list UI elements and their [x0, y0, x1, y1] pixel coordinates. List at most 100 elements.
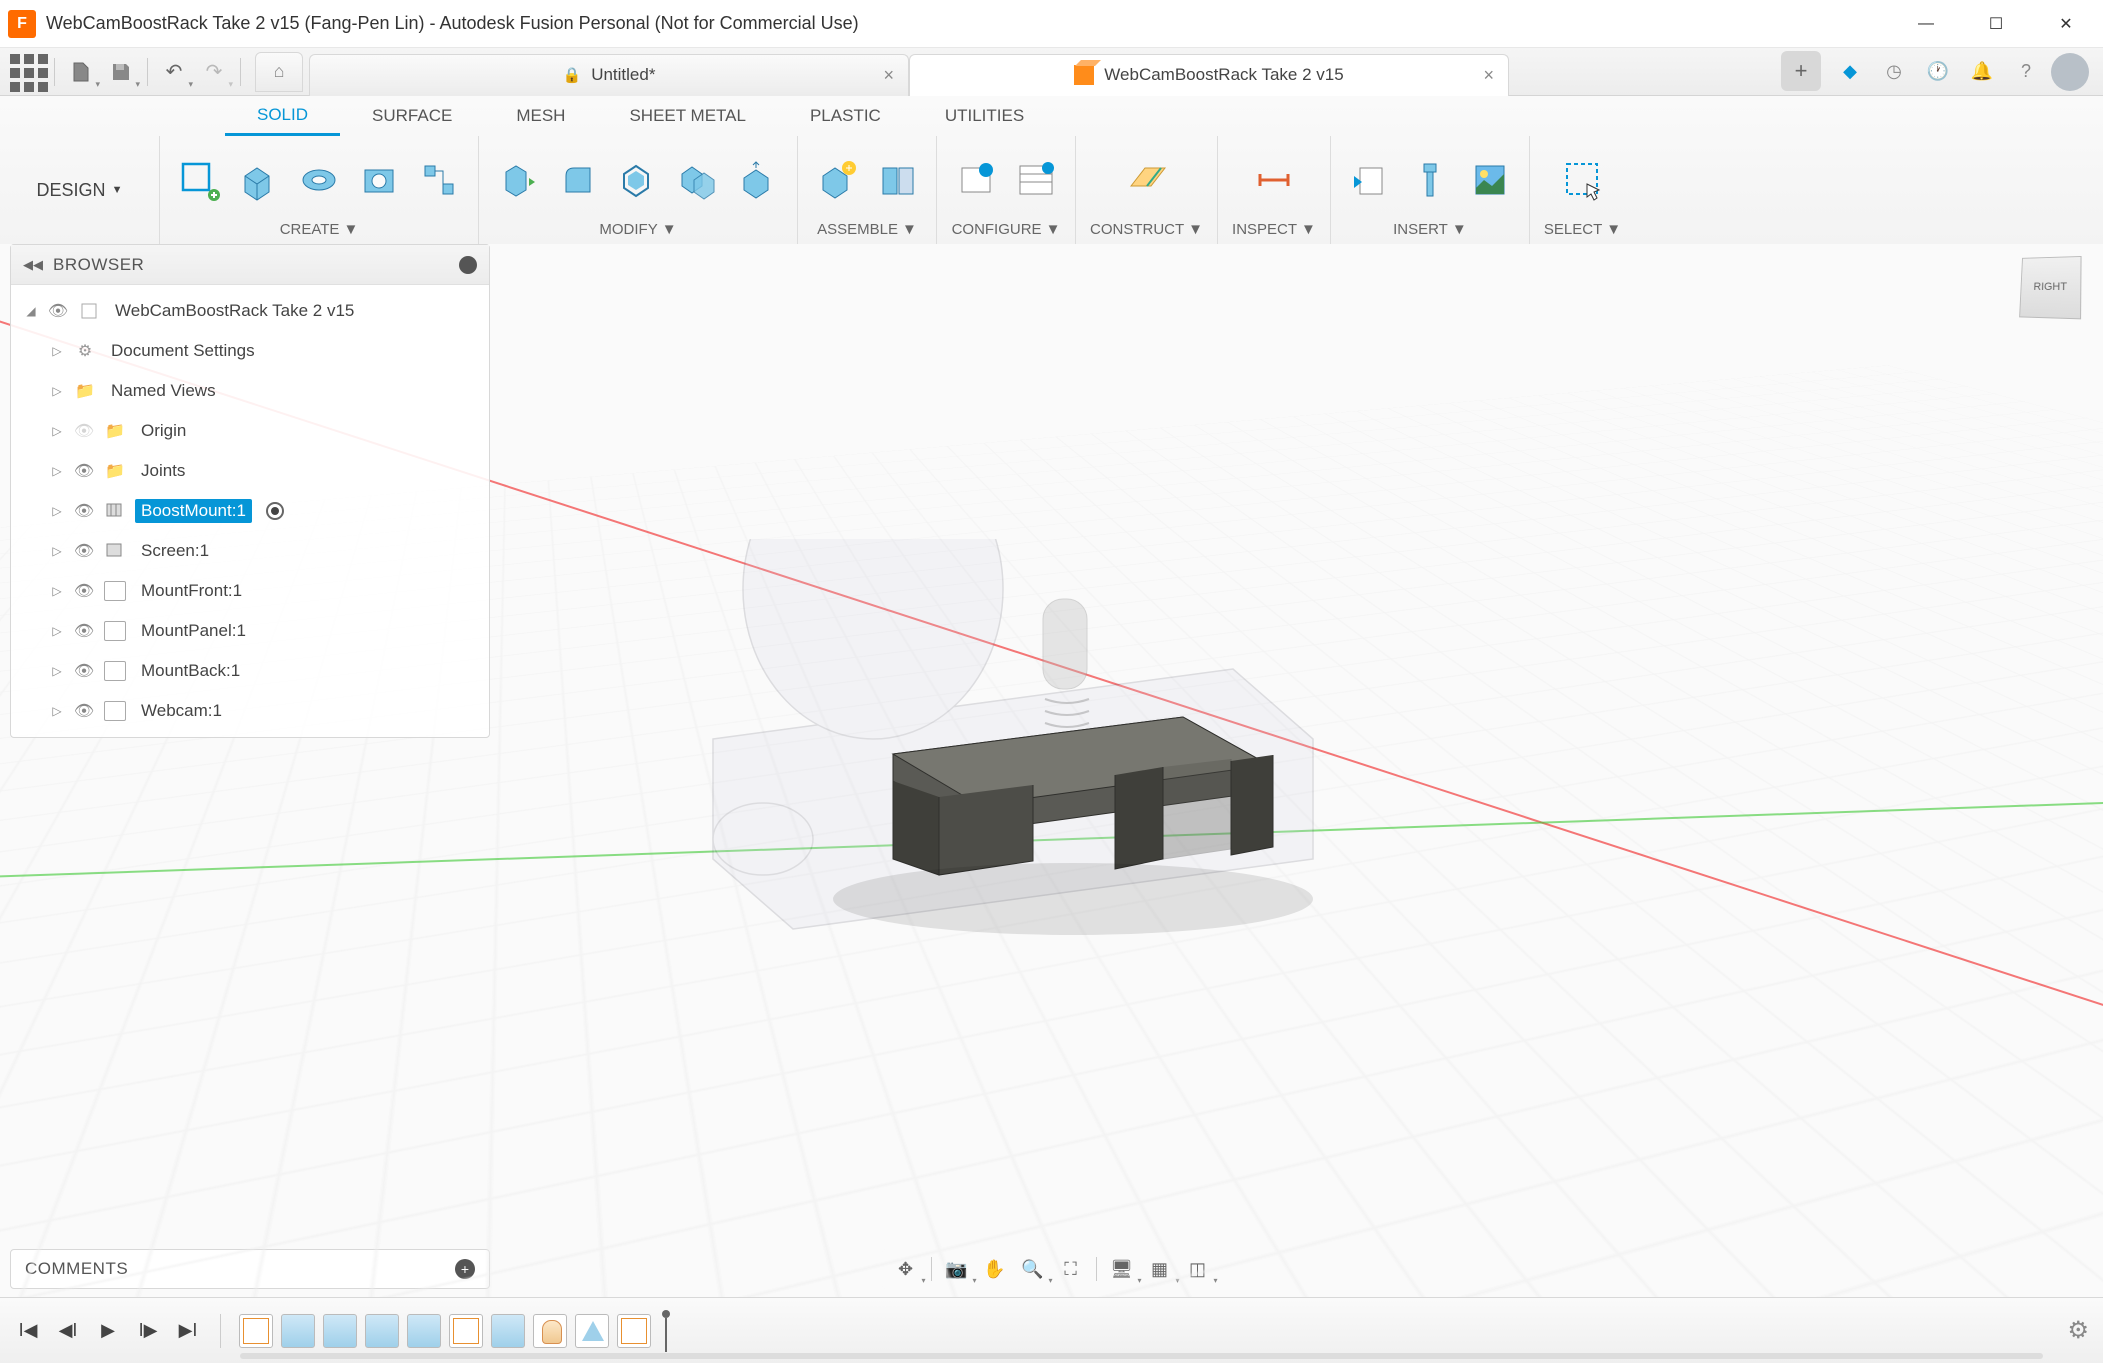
timeline-next-button[interactable]: I▶	[134, 1317, 162, 1345]
tree-item-boostmount[interactable]: ▷ 👁 BoostMount:1	[11, 491, 489, 531]
fillet-button[interactable]	[553, 155, 603, 205]
maximize-button[interactable]: ☐	[1961, 0, 2031, 48]
home-button[interactable]: ⌂	[255, 52, 303, 92]
move-button[interactable]	[733, 155, 783, 205]
minimize-button[interactable]: —	[1891, 0, 1961, 48]
tree-item-origin[interactable]: ▷ 👁 📁 Origin	[11, 411, 489, 451]
expand-icon[interactable]: ▷	[49, 664, 65, 678]
notifications-icon[interactable]: 🔔	[1963, 53, 2001, 91]
timeline-feature-extrude[interactable]	[491, 1314, 525, 1348]
tree-item-mountpanel[interactable]: ▷ 👁 MountPanel:1	[11, 611, 489, 651]
timeline-prev-button[interactable]: ◀I	[54, 1317, 82, 1345]
new-tab-button[interactable]: +	[1781, 51, 1821, 91]
joint-button[interactable]	[872, 155, 922, 205]
group-label[interactable]: CREATE ▼	[280, 218, 359, 240]
visibility-icon[interactable]: 👁	[73, 541, 95, 561]
ribbon-tab-sheetmetal[interactable]: SHEET METAL	[597, 96, 778, 136]
timeline-feature-extrude[interactable]	[365, 1314, 399, 1348]
timeline-feature-sketch[interactable]	[617, 1314, 651, 1348]
group-label[interactable]: INSERT ▼	[1393, 218, 1467, 240]
group-label[interactable]: CONSTRUCT ▼	[1090, 218, 1203, 240]
timeline-feature-chamfer[interactable]	[575, 1314, 609, 1348]
ribbon-tab-plastic[interactable]: PLASTIC	[778, 96, 913, 136]
tree-item-named-views[interactable]: ▷ 📁 Named Views	[11, 371, 489, 411]
timeline-feature-revolve[interactable]	[533, 1314, 567, 1348]
comments-panel[interactable]: COMMENTS +	[10, 1249, 490, 1289]
viewport[interactable]: RIGHT ◀◀ BROWSER ◢ 👁 WebCamBoostRack Tak…	[0, 244, 2103, 1297]
orbit-button[interactable]: ✥	[890, 1253, 922, 1285]
visibility-icon[interactable]: 👁	[73, 501, 95, 521]
expand-icon[interactable]: ▷	[49, 384, 65, 398]
visibility-icon[interactable]: 👁	[47, 301, 69, 321]
expand-icon[interactable]: ▷	[49, 624, 65, 638]
save-button[interactable]	[101, 52, 141, 92]
timeline-play-button[interactable]: ▶	[94, 1317, 122, 1345]
visibility-icon[interactable]: 👁	[73, 421, 95, 441]
updates-icon[interactable]: 🕐	[1919, 53, 1957, 91]
timeline-feature-extrude[interactable]	[407, 1314, 441, 1348]
expand-icon[interactable]: ▷	[49, 544, 65, 558]
browser-header[interactable]: ◀◀ BROWSER	[11, 245, 489, 285]
ribbon-tab-mesh[interactable]: MESH	[484, 96, 597, 136]
expand-icon[interactable]: ▷	[49, 504, 65, 518]
group-label[interactable]: MODIFY ▼	[599, 218, 676, 240]
user-avatar[interactable]	[2051, 53, 2089, 91]
job-status-icon[interactable]: ◷	[1875, 53, 1913, 91]
group-label[interactable]: INSPECT ▼	[1232, 218, 1316, 240]
document-tab-untitled[interactable]: 🔒 Untitled* ×	[309, 54, 909, 96]
plane-button[interactable]	[1122, 155, 1172, 205]
visibility-icon[interactable]: 👁	[73, 461, 95, 481]
tree-item-mountback[interactable]: ▷ 👁 MountBack:1	[11, 651, 489, 691]
config-table-button[interactable]	[1011, 155, 1061, 205]
ribbon-tab-surface[interactable]: SURFACE	[340, 96, 484, 136]
look-at-button[interactable]: 📷	[941, 1253, 973, 1285]
hole-button[interactable]	[354, 155, 404, 205]
tree-item-mountfront[interactable]: ▷ 👁 MountFront:1	[11, 571, 489, 611]
tree-root[interactable]: ◢ 👁 WebCamBoostRack Take 2 v15	[11, 291, 489, 331]
tree-item-webcam[interactable]: ▷ 👁 Webcam:1	[11, 691, 489, 731]
ribbon-tab-utilities[interactable]: UTILITIES	[913, 96, 1056, 136]
data-panel-button[interactable]	[8, 52, 48, 92]
timeline-start-button[interactable]: I◀	[14, 1317, 42, 1345]
group-label[interactable]: ASSEMBLE ▼	[817, 218, 917, 240]
visibility-icon[interactable]: 👁	[73, 621, 95, 641]
grid-settings-button[interactable]: ▦	[1144, 1253, 1176, 1285]
visibility-icon[interactable]: 👁	[73, 701, 95, 721]
add-comment-button[interactable]: +	[455, 1259, 475, 1279]
fit-button[interactable]: ⛶	[1055, 1253, 1087, 1285]
expand-icon[interactable]: ◢	[23, 304, 39, 318]
help-icon[interactable]: ?	[2007, 53, 2045, 91]
display-settings-button[interactable]: 🖥	[1106, 1253, 1138, 1285]
tree-item-screen[interactable]: ▷ 👁 Screen:1	[11, 531, 489, 571]
collapse-icon[interactable]: ◀◀	[23, 257, 43, 273]
document-tab-active[interactable]: WebCamBoostRack Take 2 v15 ×	[909, 54, 1509, 96]
tab-close-button[interactable]: ×	[883, 65, 894, 86]
extrude-button[interactable]	[234, 155, 284, 205]
file-menu-button[interactable]	[61, 52, 101, 92]
revolve-button[interactable]	[294, 155, 344, 205]
insert-derive-button[interactable]	[1345, 155, 1395, 205]
pan-button[interactable]: ✋	[979, 1253, 1011, 1285]
expand-icon[interactable]: ▷	[49, 704, 65, 718]
form-button[interactable]	[414, 155, 464, 205]
view-cube[interactable]: RIGHT	[2019, 256, 2081, 319]
close-button[interactable]: ✕	[2031, 0, 2101, 48]
group-label[interactable]: SELECT ▼	[1544, 218, 1621, 240]
shell-button[interactable]	[613, 155, 663, 205]
timeline-feature-sketch[interactable]	[449, 1314, 483, 1348]
visibility-icon[interactable]: 👁	[73, 581, 95, 601]
zoom-button[interactable]: 🔍	[1017, 1253, 1049, 1285]
combine-button[interactable]	[673, 155, 723, 205]
timeline-feature-sketch[interactable]	[239, 1314, 273, 1348]
visibility-icon[interactable]: 👁	[73, 661, 95, 681]
extensions-icon[interactable]: ◆	[1831, 53, 1869, 91]
model-body[interactable]	[673, 539, 1293, 919]
timeline-end-button[interactable]: ▶I	[174, 1317, 202, 1345]
insert-fastener-button[interactable]	[1405, 155, 1455, 205]
timeline-feature-extrude[interactable]	[323, 1314, 357, 1348]
expand-icon[interactable]: ▷	[49, 344, 65, 358]
group-label[interactable]: CONFIGURE ▼	[952, 218, 1061, 240]
activate-radio[interactable]	[266, 502, 284, 520]
workspace-selector[interactable]: DESIGN▼	[0, 136, 160, 244]
tree-item-joints[interactable]: ▷ 👁 📁 Joints	[11, 451, 489, 491]
